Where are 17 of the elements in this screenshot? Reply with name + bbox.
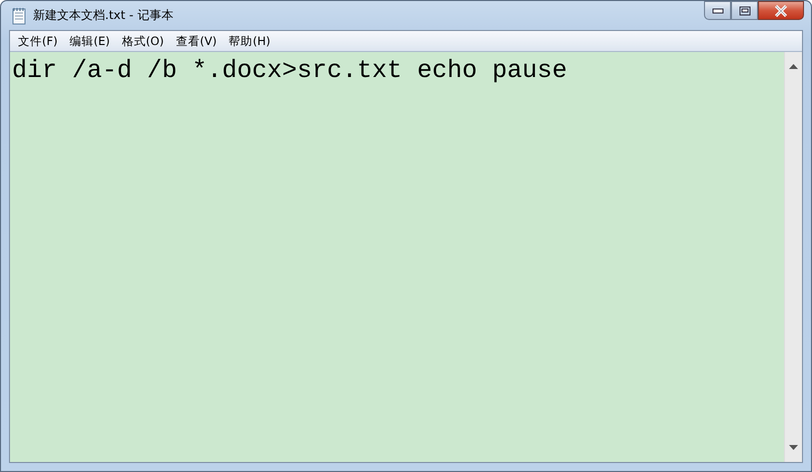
minimize-button[interactable] <box>704 1 731 20</box>
minimize-icon <box>712 8 724 14</box>
menu-item[interactable]: 格式(O) <box>116 34 170 48</box>
window-title: 新建文本文档.txt - 记事本 <box>33 7 174 24</box>
maximize-button[interactable] <box>731 1 758 20</box>
document-text: dir /a-d /b *.docx>src.txt echo pause <box>12 56 568 85</box>
close-button[interactable] <box>758 1 804 20</box>
scroll-down-icon[interactable] <box>789 445 798 450</box>
menu-item[interactable]: 文件(F) <box>12 34 64 48</box>
maximize-icon <box>738 6 750 16</box>
menu-item[interactable]: 编辑(E) <box>64 34 116 48</box>
close-icon <box>774 4 788 16</box>
vertical-scrollbar[interactable] <box>784 52 802 462</box>
scroll-up-icon[interactable] <box>789 64 798 69</box>
notepad-icon <box>11 6 27 24</box>
menu-item[interactable]: 查看(V) <box>170 34 223 48</box>
menu-item[interactable]: 帮助(H) <box>222 34 276 48</box>
